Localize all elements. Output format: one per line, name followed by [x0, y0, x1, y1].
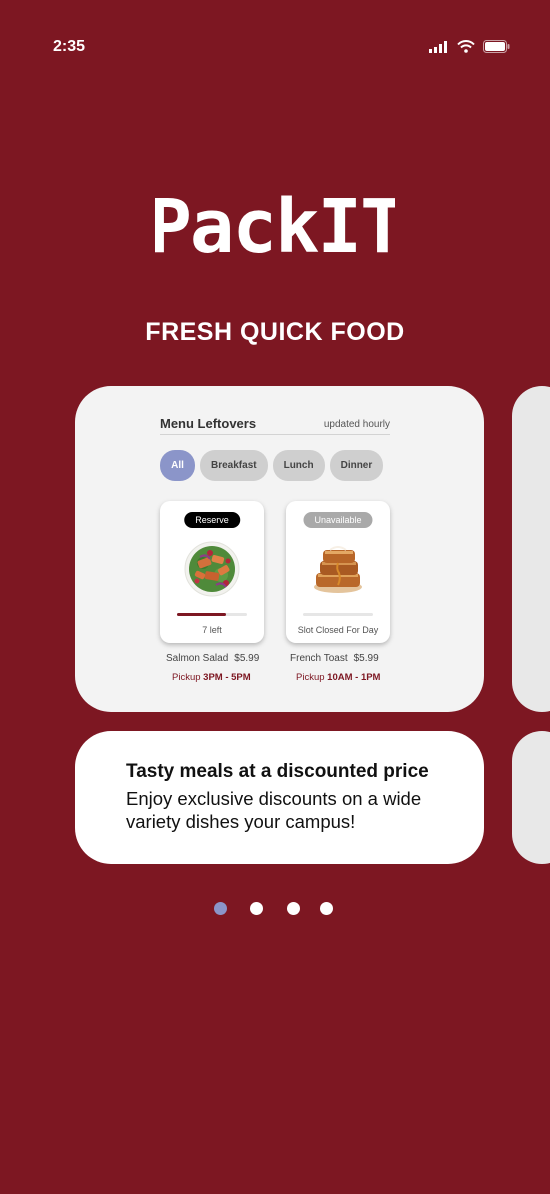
menu-header: Menu Leftovers updated hourly: [160, 416, 390, 435]
status-icons: [429, 40, 510, 53]
page-dot-2[interactable]: [250, 902, 263, 915]
unavailable-badge: Unavailable: [303, 512, 373, 528]
menu-title: Menu Leftovers: [160, 416, 257, 431]
page-dot-3[interactable]: [287, 902, 300, 915]
next-card-peek[interactable]: [512, 386, 550, 712]
french-toast-image: [314, 546, 362, 593]
filter-chip-breakfast[interactable]: Breakfast: [200, 450, 268, 481]
pickup-label: Pickup: [172, 672, 201, 683]
filter-chip-lunch[interactable]: Lunch: [272, 450, 325, 481]
pickup-time: Pickup 3PM - 5PM: [172, 672, 251, 683]
wifi-icon: [457, 40, 475, 53]
menu-item-card[interactable]: Reserve 7 left: [160, 501, 264, 643]
item-name-price: Salmon Salad $5.99: [166, 653, 259, 664]
item-name-price: French Toast $5.99: [290, 653, 379, 664]
item-availability: 7 left: [202, 625, 222, 635]
pickup-window: 10AM - 1PM: [327, 672, 381, 683]
pickup-time: Pickup 10AM - 1PM: [296, 672, 380, 683]
stock-progress-bar: [303, 613, 373, 616]
page-dot-4[interactable]: [320, 902, 333, 915]
reserve-badge[interactable]: Reserve: [184, 512, 240, 528]
filter-chip-dinner[interactable]: Dinner: [329, 450, 384, 481]
app-logo: PackIT: [0, 190, 550, 265]
pickup-window: 3PM - 5PM: [203, 672, 251, 683]
item-name: French Toast: [290, 653, 348, 664]
salmon-salad-image: [184, 541, 240, 597]
pickup-label: Pickup: [296, 672, 325, 683]
filter-chip-all[interactable]: All: [160, 450, 195, 481]
item-name: Salmon Salad: [166, 653, 229, 664]
item-price: $5.99: [353, 653, 379, 664]
next-info-card-peek[interactable]: [512, 731, 550, 864]
status-time: 2:35: [53, 38, 86, 55]
menu-item-card[interactable]: Unavailable Slot Closed For Day: [286, 501, 390, 643]
item-price: $5.99: [234, 653, 260, 664]
stock-progress-fill: [177, 613, 226, 616]
pagination-dots: [0, 902, 550, 916]
stock-progress-bar: [177, 613, 247, 616]
logo-text: PackIT: [155, 190, 395, 260]
page-dot-1[interactable]: [214, 902, 227, 915]
menu-preview-card: Menu Leftovers updated hourly All Breakf…: [75, 386, 484, 712]
feature-description: Enjoy exclusive discounts on a wide vari…: [126, 788, 422, 832]
feature-title: Tasty meals at a discounted price: [126, 761, 429, 782]
status-bar: 2:35: [0, 0, 550, 90]
feature-info-card: Tasty meals at a discounted price Enjoy …: [75, 731, 484, 864]
cellular-signal-icon: [429, 40, 447, 53]
battery-icon: [483, 40, 510, 53]
tagline: FRESH QUICK FOOD: [145, 318, 405, 346]
item-availability: Slot Closed For Day: [297, 625, 379, 635]
menu-updated-note: updated hourly: [323, 419, 390, 430]
filter-chips: All Breakfast Lunch Dinner: [160, 450, 384, 481]
